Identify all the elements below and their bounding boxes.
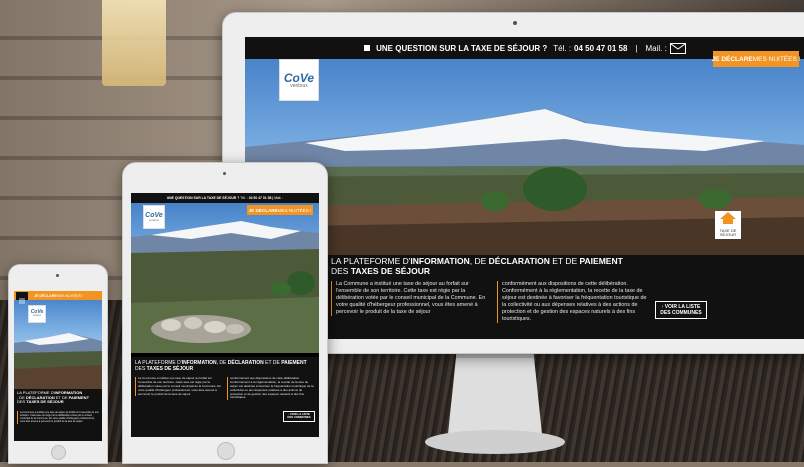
logo-text: CoVe — [283, 70, 315, 85]
text-column-1: La Commune a institué une taxe de séjour… — [331, 281, 486, 317]
tax-badge: TAXE DE SÉJOUR — [715, 211, 741, 239]
info-panel: LA PLATEFORME D'INFORMATION, DE DÉCLARAT… — [245, 255, 804, 339]
tablet-home-button[interactable] — [217, 442, 235, 460]
tel-number[interactable]: 04 50 47 01 58 — [574, 44, 627, 53]
phone-info-panel: LA PLATEFORME D'INFORMATION , DE DÉCLARA… — [14, 389, 102, 441]
tablet-declare-button[interactable]: JE DÉCLARE MES NUITÉES ! — [247, 205, 313, 215]
logo-subtitle: ventoux — [290, 82, 308, 89]
phone-device: JE DÉCLARE MES NUITÉES ! CoVe ventoux LA… — [8, 264, 108, 464]
phone-home-button[interactable] — [51, 445, 66, 460]
phone-landscape — [14, 333, 102, 391]
tablet-device: UNE QUESTION SUR LA TAXE DE SÉJOUR ? Tél… — [122, 162, 328, 464]
house-icon — [720, 212, 736, 224]
question-text: UNE QUESTION SUR LA TAXE DE SÉJOUR ? — [376, 43, 548, 53]
tablet-landscape — [131, 221, 319, 353]
declare-button[interactable]: JE DÉCLARE MES NUITÉES ! — [712, 51, 800, 67]
menu-icon[interactable] — [16, 292, 28, 304]
camera-dot — [513, 21, 517, 25]
tablet-top-bar: UNE QUESTION SUR LA TAXE DE SÉJOUR ? Tél… — [131, 193, 319, 203]
monitor-stand — [420, 338, 570, 462]
top-bar-square-icon — [364, 45, 371, 51]
tablet-screen: UNE QUESTION SUR LA TAXE DE SÉJOUR ? Tél… — [131, 193, 319, 437]
phone-screen: JE DÉCLARE MES NUITÉES ! CoVe ventoux LA… — [14, 291, 102, 441]
separator: | — [635, 43, 638, 53]
headline: LA PLATEFORME D'INFORMATION, DE DÉCLARAT… — [331, 256, 623, 276]
mail-icon[interactable] — [669, 42, 686, 54]
mail-label: Mail. : — [645, 43, 667, 53]
tablet-camera-dot — [223, 172, 226, 175]
cove-logo[interactable]: CoVe ventoux — [279, 59, 319, 101]
phone-camera-dot — [56, 274, 59, 277]
tablet-logo[interactable]: CoVe ventoux — [143, 205, 165, 229]
text-column-2: conformément aux dispositions de cette d… — [497, 281, 652, 324]
communes-list-button[interactable]: › VOIR LA LISTE DES COMMUNES — [655, 301, 707, 319]
phone-logo[interactable]: CoVe ventoux — [28, 305, 46, 323]
tablet-communes-button[interactable]: › VOIR LA LISTE DES COMMUNES — [283, 411, 315, 422]
tel-label: Tél. : — [553, 43, 572, 53]
tablet-info-panel: LA PLATEFORME D'INFORMATION, DE DÉCLARAT… — [131, 357, 319, 437]
desktop-screen: UNE QUESTION SUR LA TAXE DE SÉJOUR ? Tél… — [245, 37, 804, 339]
wall-lamp — [102, 0, 166, 86]
